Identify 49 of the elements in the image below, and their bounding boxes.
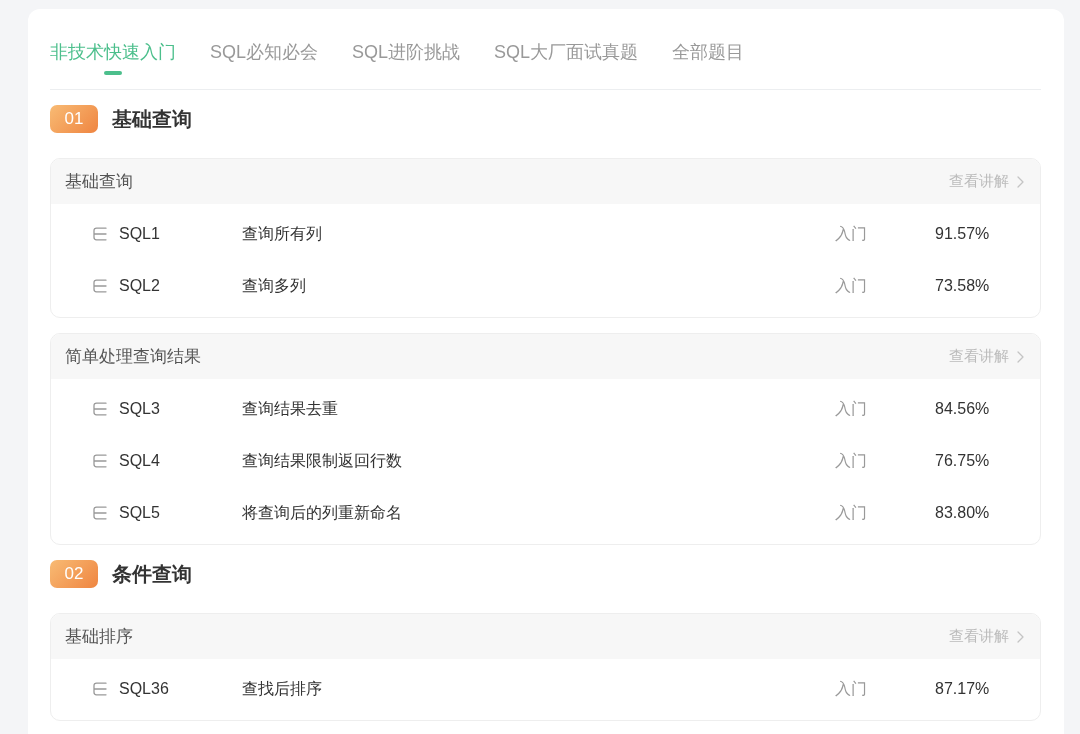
group-title: 简单处理查询结果 <box>65 346 201 368</box>
bracket-line-icon <box>93 454 107 468</box>
category-tab[interactable]: SQL大厂面试真题 <box>494 39 639 65</box>
pass-rate: 84.56% <box>935 400 991 418</box>
explanation-link[interactable]: 查看讲解 <box>949 627 1024 646</box>
bracket-line-icon <box>93 506 107 520</box>
section-number-badge: 02 <box>50 560 98 588</box>
category-tab[interactable]: 全部题目 <box>672 39 745 65</box>
pass-rate: 83.80% <box>935 504 991 522</box>
bracket-line-icon <box>93 227 107 241</box>
problem-id: SQL36 <box>119 680 170 698</box>
problem-title-link[interactable]: 查询结果去重 <box>242 399 338 417</box>
problem-id: SQL5 <box>119 504 161 522</box>
difficulty-label: 入门 <box>835 678 868 699</box>
difficulty-label: 入门 <box>835 398 868 419</box>
group-title: 基础排序 <box>65 626 133 648</box>
difficulty-label: 入门 <box>835 275 868 296</box>
chevron-right-icon <box>1017 630 1024 643</box>
section-title: 条件查询 <box>112 561 192 587</box>
category-tab[interactable]: SQL必知必会 <box>210 39 319 65</box>
difficulty-label: 入门 <box>835 450 868 471</box>
bracket-line-icon <box>93 279 107 293</box>
group-title: 基础查询 <box>65 171 133 193</box>
problem-id: SQL1 <box>119 225 161 243</box>
section-title: 基础查询 <box>112 106 192 132</box>
pass-rate: 91.57% <box>935 225 991 243</box>
bracket-line-icon <box>93 402 107 416</box>
active-tab-indicator <box>104 71 122 75</box>
problem-id: SQL4 <box>119 452 161 470</box>
pass-rate: 73.58% <box>935 277 991 295</box>
explanation-link[interactable]: 查看讲解 <box>949 347 1024 366</box>
bracket-line-icon <box>93 682 107 696</box>
pass-rate: 76.75% <box>935 452 991 470</box>
chevron-right-icon <box>1017 175 1024 188</box>
problem-title-link[interactable]: 查询结果限制返回行数 <box>242 451 402 469</box>
chevron-right-icon <box>1017 350 1024 363</box>
problem-id: SQL2 <box>119 277 161 295</box>
problem-title-link[interactable]: 查询所有列 <box>242 224 322 242</box>
problem-title-link[interactable]: 查询多列 <box>242 276 306 294</box>
difficulty-label: 入门 <box>835 223 868 244</box>
category-tab[interactable]: 非技术快速入门 <box>50 39 176 75</box>
explanation-link[interactable]: 查看讲解 <box>949 172 1024 191</box>
section-number-badge: 01 <box>50 105 98 133</box>
category-tab[interactable]: SQL进阶挑战 <box>352 39 461 65</box>
problem-title-link[interactable]: 查找后排序 <box>242 679 322 697</box>
problem-title-link[interactable]: 将查询后的列重新命名 <box>242 503 402 521</box>
difficulty-label: 入门 <box>835 502 868 523</box>
pass-rate: 87.17% <box>935 680 991 698</box>
problem-id: SQL3 <box>119 400 161 418</box>
